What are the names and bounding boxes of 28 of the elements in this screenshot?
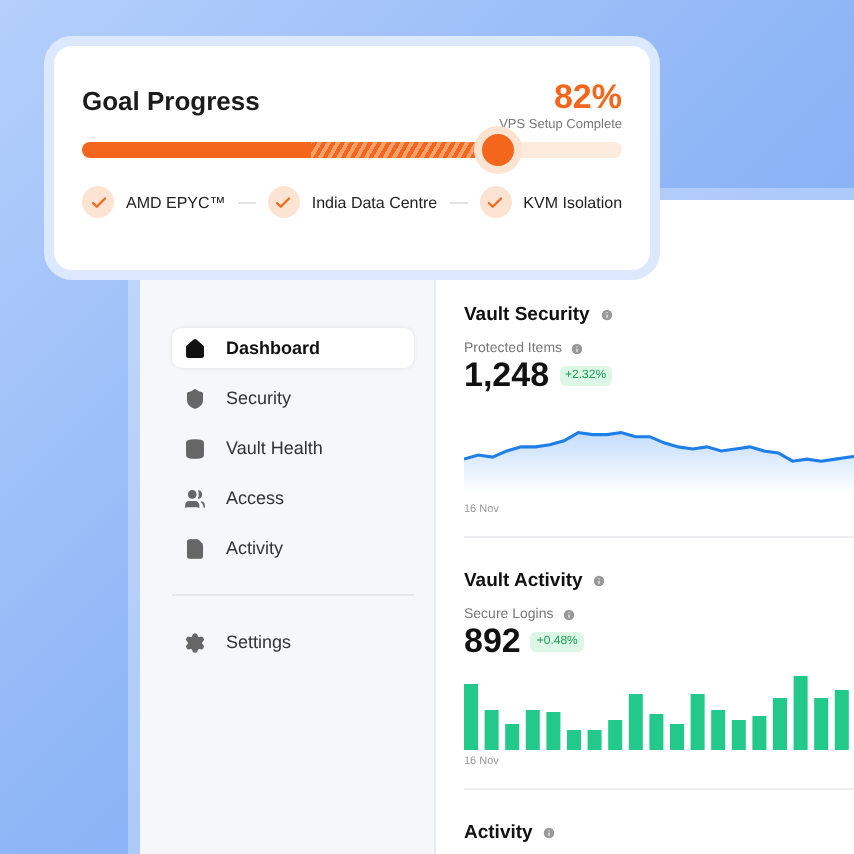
panel-title: Vault Security (464, 304, 590, 326)
sidebar-item[interactable]: Settings (172, 622, 414, 662)
sidebar-item[interactable]: Security (172, 378, 414, 418)
step-label: India Data Centre (311, 193, 438, 211)
sidebar-item[interactable]: Access (172, 478, 414, 518)
metric-value: 1,248 (464, 356, 550, 396)
panel-title: Activity (464, 822, 533, 844)
card-title: Goal Progress (82, 86, 260, 120)
progress-percent: 82% (551, 78, 622, 118)
step-label: AMD EPYC™ (126, 193, 226, 211)
info-icon (570, 342, 585, 356)
home-icon (184, 337, 206, 359)
document-icon (184, 537, 206, 559)
info-icon (599, 308, 614, 322)
step-label: KVM Isolation (523, 193, 623, 211)
shield-icon (184, 387, 206, 409)
users-icon (184, 487, 206, 509)
progress-knob (481, 134, 514, 166)
metric-value: 892 (464, 622, 521, 662)
info-icon (592, 574, 607, 588)
sidebar-item[interactable]: Vault Health (172, 428, 414, 468)
info-icon (561, 608, 576, 622)
database-icon (184, 437, 206, 459)
settings-icon (184, 631, 206, 653)
sidebar-item[interactable]: Dashboard (172, 328, 414, 368)
panel-title: Vault Activity (464, 570, 583, 592)
info-icon (542, 826, 557, 840)
sidebar-item[interactable]: Activity (172, 528, 414, 568)
